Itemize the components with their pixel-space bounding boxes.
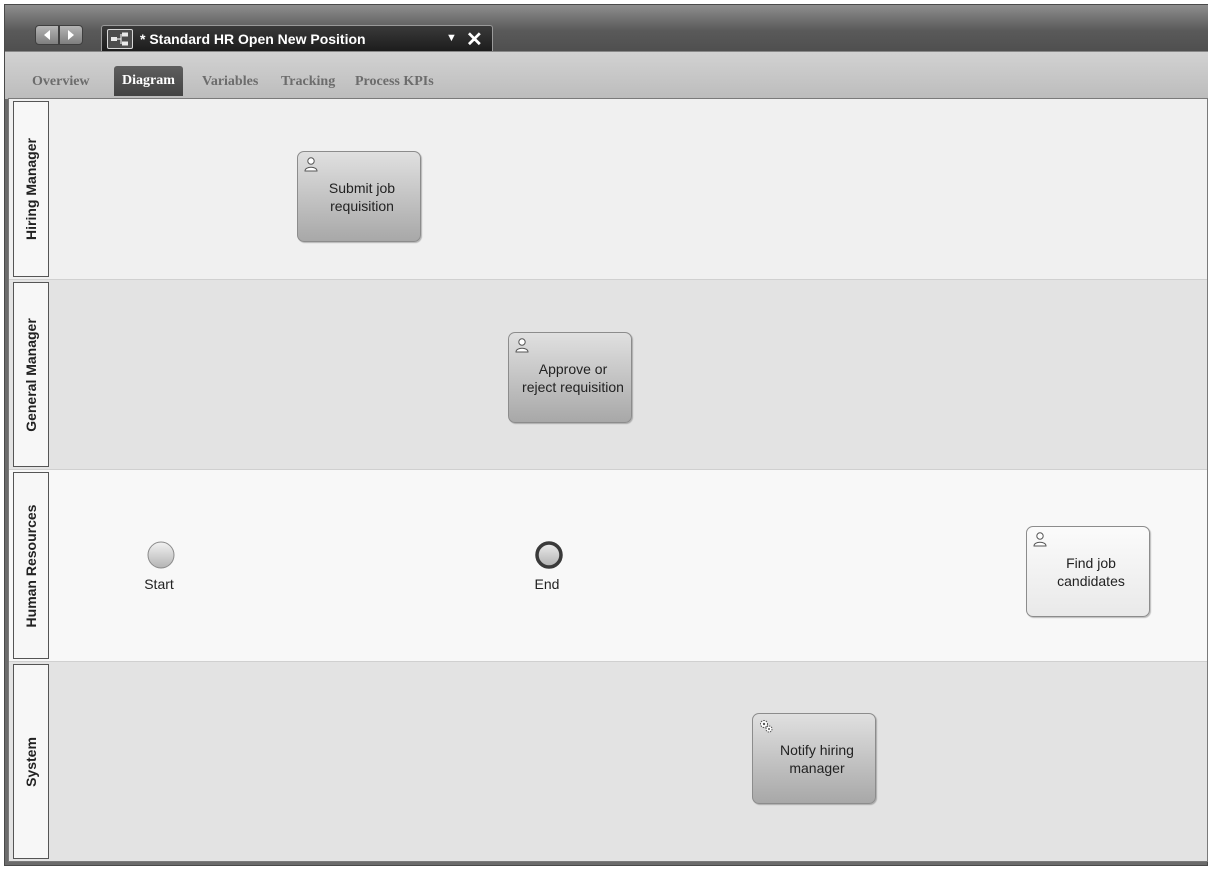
tab-diagram[interactable]: Diagram [114, 66, 183, 96]
document-tab[interactable]: * Standard HR Open New Position ▼ ✕ [101, 25, 493, 52]
process-diagram-icon [107, 29, 133, 49]
chevron-down-icon[interactable]: ▼ [446, 32, 457, 44]
task-label: Approve or reject requisition [522, 360, 624, 395]
diagram-canvas[interactable]: Hiring Manager Submit job requisition Ge… [8, 98, 1208, 862]
task-find-job-candidates[interactable]: Find job candidates [1026, 526, 1150, 617]
tab-tracking[interactable]: Tracking [281, 70, 335, 94]
lane-system[interactable]: System Notify hiring manager [9, 661, 1207, 861]
end-event[interactable] [534, 540, 564, 574]
back-button[interactable] [35, 25, 59, 45]
lane-header[interactable]: Hiring Manager [13, 101, 49, 277]
task-label: Find job candidates [1057, 554, 1125, 589]
lane-header[interactable]: Human Resources [13, 472, 49, 659]
document-title: * Standard HR Open New Position [140, 31, 366, 47]
lane-human-resources[interactable]: Human Resources Start End Find job candi… [9, 469, 1207, 661]
tab-variables[interactable]: Variables [202, 70, 258, 94]
lane-header[interactable]: General Manager [13, 282, 49, 467]
forward-button[interactable] [59, 25, 83, 45]
lane-label: General Manager [23, 317, 39, 432]
tab-overview[interactable]: Overview [32, 70, 90, 94]
arrow-left-icon [44, 30, 50, 40]
editor-title-bar: * Standard HR Open New Position ▼ ✕ [5, 5, 1208, 52]
task-submit-job-requisition[interactable]: Submit job requisition [297, 151, 421, 242]
start-event[interactable] [146, 540, 176, 574]
task-approve-or-reject-requisition[interactable]: Approve or reject requisition [508, 332, 632, 423]
lane-general-manager[interactable]: General Manager Approve or reject requis… [9, 279, 1207, 469]
arrow-right-icon [68, 30, 74, 40]
start-event-label: Start [144, 576, 174, 592]
lane-label: Human Resources [23, 504, 39, 627]
end-event-circle [535, 541, 563, 569]
end-event-label: End [534, 576, 560, 592]
lane-hiring-manager[interactable]: Hiring Manager Submit job requisition [9, 99, 1207, 279]
lane-header[interactable]: System [13, 664, 49, 859]
task-notify-hiring-manager[interactable]: Notify hiring manager [752, 713, 876, 804]
tab-process-kpis[interactable]: Process KPIs [355, 70, 434, 94]
close-icon[interactable]: ✕ [466, 27, 483, 52]
task-label: Submit job requisition [328, 179, 396, 214]
lane-label: System [23, 736, 39, 787]
start-event-circle [147, 541, 175, 569]
editor-tab-strip: Overview Diagram Variables Tracking Proc… [5, 51, 1208, 99]
lane-label: Hiring Manager [23, 138, 39, 240]
task-label: Notify hiring manager [780, 741, 854, 776]
